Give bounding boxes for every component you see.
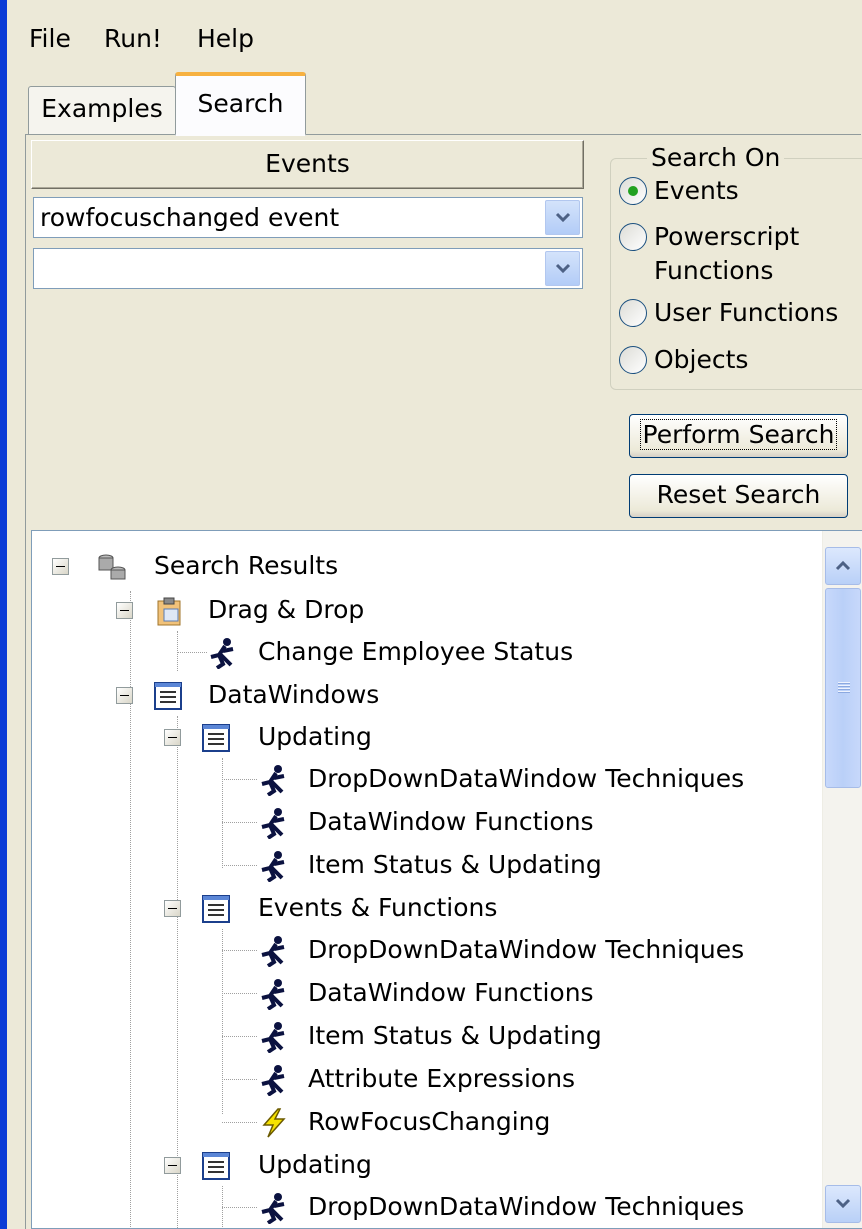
running-man-icon bbox=[261, 979, 285, 1010]
scroll-up-icon[interactable] bbox=[825, 547, 861, 585]
menu-file[interactable]: File bbox=[25, 22, 75, 56]
running-man-icon bbox=[261, 1065, 285, 1096]
events-header-button[interactable]: Events bbox=[31, 140, 584, 189]
document-icon bbox=[202, 1152, 230, 1180]
tree-node-example[interactable]: DropDownDataWindow Techniques bbox=[32, 929, 812, 971]
tree-item-label: DataWindow Functions bbox=[308, 807, 594, 836]
tree-node-event[interactable]: RowFocusChanging bbox=[32, 1101, 812, 1143]
tree-node-example[interactable]: Change Employee Status bbox=[32, 631, 812, 673]
database-icon bbox=[98, 554, 126, 580]
running-man-icon bbox=[210, 638, 234, 669]
clipboard-icon bbox=[157, 597, 181, 626]
reset-search-label: Reset Search bbox=[656, 480, 821, 509]
search-results-tree[interactable]: Search Results Drag & Drop Change Employ… bbox=[31, 530, 862, 1229]
chevron-down-icon[interactable] bbox=[545, 200, 580, 235]
collapse-icon[interactable] bbox=[164, 900, 181, 917]
menu-bar: File Run! Help bbox=[7, 18, 862, 62]
scroll-thumb[interactable] bbox=[825, 588, 861, 788]
tree-item-label: Events & Functions bbox=[258, 893, 498, 922]
tree-item-label: Item Status & Updating bbox=[308, 1021, 602, 1050]
running-man-icon bbox=[261, 936, 285, 967]
tree-item-label: Change Employee Status bbox=[258, 637, 574, 666]
radio-events-label: Events bbox=[654, 176, 739, 205]
tree-item-label: DataWindows bbox=[208, 680, 380, 709]
running-man-icon bbox=[261, 808, 285, 839]
collapse-icon[interactable] bbox=[164, 1157, 181, 1174]
chevron-down-icon[interactable] bbox=[545, 251, 580, 286]
tree-item-label: Updating bbox=[258, 1150, 372, 1179]
tab-search[interactable]: Search bbox=[175, 72, 306, 136]
radio-objects-label: Objects bbox=[654, 345, 749, 374]
tree-vertical-scrollbar[interactable] bbox=[822, 531, 862, 1228]
radio-button[interactable] bbox=[619, 223, 647, 251]
application-window: File Run! Help Examples Search Events ro… bbox=[7, 0, 862, 1229]
tree-node-example[interactable]: DropDownDataWindow Techniques bbox=[32, 758, 812, 800]
radio-button[interactable] bbox=[619, 177, 647, 205]
tree-node-example[interactable]: Item Status & Updating bbox=[32, 1015, 812, 1057]
tree-node-root[interactable]: Search Results bbox=[32, 545, 812, 587]
tree-item-label: Item Status & Updating bbox=[308, 850, 602, 879]
document-icon bbox=[202, 724, 230, 752]
secondary-combobox[interactable] bbox=[33, 248, 583, 289]
scroll-down-icon[interactable] bbox=[825, 1185, 861, 1223]
radio-powerscript-label-1: Powerscript bbox=[654, 222, 800, 251]
tree-node-example[interactable]: DataWindow Functions bbox=[32, 972, 812, 1014]
running-man-icon bbox=[261, 1022, 285, 1053]
document-icon bbox=[154, 682, 182, 710]
tree-node-example[interactable]: DataWindow Functions bbox=[32, 801, 812, 843]
menu-help[interactable]: Help bbox=[193, 22, 258, 56]
tree-node-folder[interactable]: Drag & Drop bbox=[32, 589, 812, 631]
tree-node-folder[interactable]: DataWindows bbox=[32, 674, 812, 716]
running-man-icon bbox=[261, 1193, 285, 1224]
tab-examples[interactable]: Examples bbox=[28, 86, 176, 134]
tree-node-folder[interactable]: Events & Functions bbox=[32, 887, 812, 929]
lightning-icon bbox=[262, 1108, 286, 1138]
tree-item-label: DropDownDataWindow Techniques bbox=[308, 935, 745, 964]
event-name-combobox[interactable]: rowfocuschanged event bbox=[33, 197, 583, 238]
tree-node-example[interactable]: Attribute Expressions bbox=[32, 1058, 812, 1100]
tree-node-example[interactable]: Item Status & Updating bbox=[32, 844, 812, 886]
event-name-value: rowfocuschanged event bbox=[40, 203, 340, 232]
running-man-icon bbox=[261, 765, 285, 796]
tree-root-label: Search Results bbox=[154, 551, 339, 580]
collapse-icon[interactable] bbox=[116, 602, 133, 619]
collapse-icon[interactable] bbox=[164, 729, 181, 746]
tree-item-label: DataWindow Functions bbox=[308, 978, 594, 1007]
tree-node-folder[interactable]: Updating bbox=[32, 1144, 812, 1186]
collapse-icon[interactable] bbox=[116, 687, 133, 704]
tree-item-label: DropDownDataWindow Techniques bbox=[308, 764, 745, 793]
reset-search-button[interactable]: Reset Search bbox=[629, 474, 848, 518]
tree-item-label: Attribute Expressions bbox=[308, 1064, 576, 1093]
tree-node-folder[interactable]: Updating bbox=[32, 716, 812, 758]
running-man-icon bbox=[261, 851, 285, 882]
radio-button[interactable] bbox=[619, 346, 647, 374]
menu-run[interactable]: Run! bbox=[100, 22, 166, 56]
radio-user-functions-label: User Functions bbox=[654, 298, 839, 327]
search-on-legend: Search On bbox=[647, 143, 785, 173]
radio-button[interactable] bbox=[619, 299, 647, 327]
tree-item-label: DropDownDataWindow Techniques bbox=[308, 1192, 745, 1221]
tree-node-example[interactable]: DropDownDataWindow Techniques bbox=[32, 1186, 812, 1228]
tree-item-label: Updating bbox=[258, 722, 372, 751]
perform-search-button[interactable]: Perform Search bbox=[629, 414, 848, 458]
collapse-icon[interactable] bbox=[52, 558, 69, 575]
document-icon bbox=[202, 895, 230, 923]
tree-item-label: RowFocusChanging bbox=[308, 1107, 551, 1136]
tree-item-label: Drag & Drop bbox=[208, 595, 365, 624]
perform-search-label: Perform Search bbox=[639, 419, 838, 450]
radio-powerscript-label-2: Functions bbox=[654, 256, 774, 285]
